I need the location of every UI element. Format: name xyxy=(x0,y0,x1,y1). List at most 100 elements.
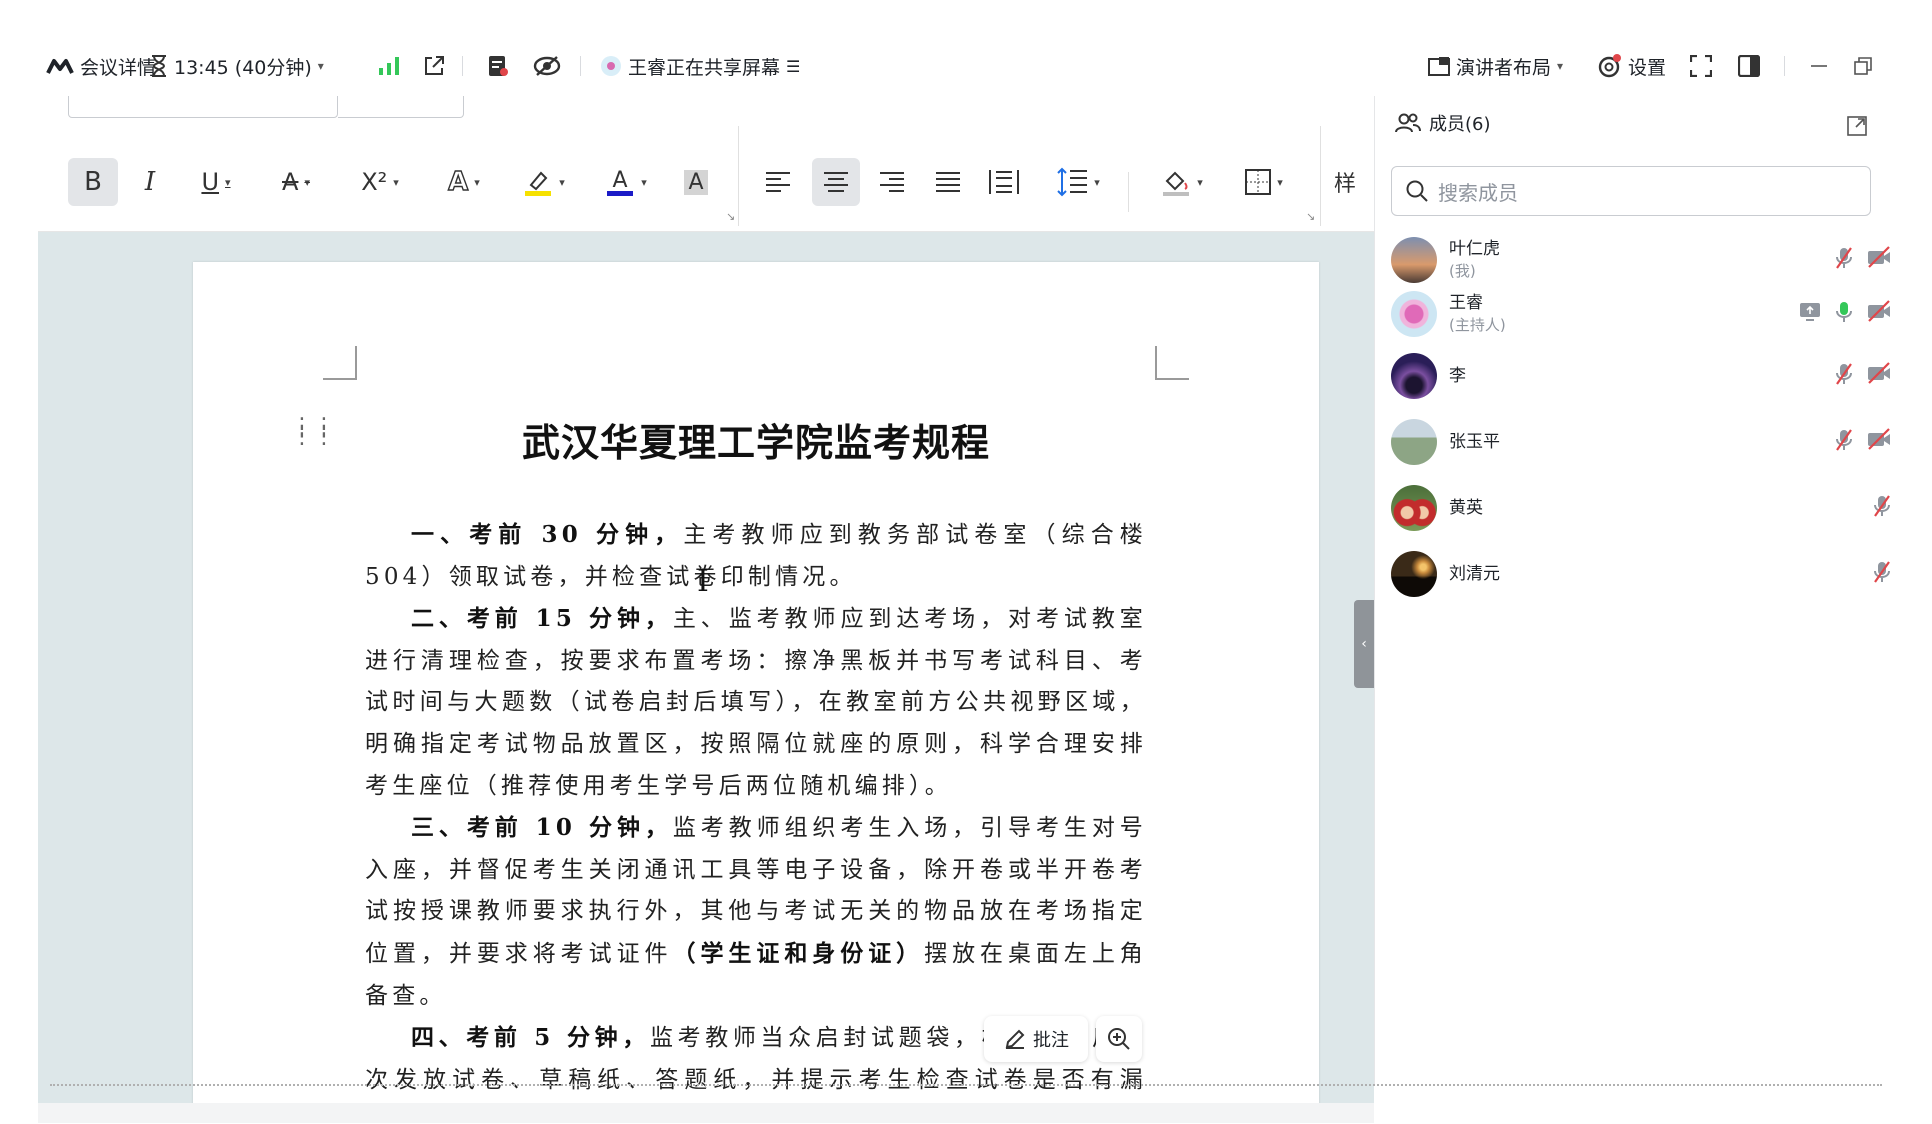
members-header: 成员(6) xyxy=(1395,110,1491,136)
meeting-topbar: 会议详情 13:45 (40分钟) ▾ 王睿正在共享屏幕 ☰ 演讲者布局 ▾ 设… xyxy=(38,36,1900,96)
align-center-icon xyxy=(824,172,848,192)
strikethrough-button[interactable]: A ▾ xyxy=(266,158,326,206)
hourglass-icon xyxy=(152,55,166,77)
members-title: 成员(6) xyxy=(1429,114,1491,135)
underline-icon: U xyxy=(201,168,220,196)
styles-button[interactable]: 样 xyxy=(1330,158,1360,206)
member-name: 王睿 xyxy=(1449,293,1483,313)
camera-off-icon[interactable] xyxy=(1867,246,1891,268)
line-spacing-button[interactable]: ▾ xyxy=(1046,158,1110,206)
meeting-details-button[interactable]: 会议详情 xyxy=(46,50,156,82)
member-name: 李 xyxy=(1449,366,1466,386)
superscript-button[interactable]: X² ▾ xyxy=(348,158,412,206)
avatar xyxy=(1391,237,1437,283)
network-signal-icon[interactable] xyxy=(378,50,400,82)
pencil-icon xyxy=(1005,1029,1025,1049)
avatar xyxy=(1391,353,1437,399)
member-row[interactable]: 张玉平 xyxy=(1391,412,1901,472)
bold-button[interactable]: B xyxy=(68,158,118,206)
meeting-timer[interactable]: 13:45 (40分钟) ▾ xyxy=(150,50,324,82)
member-row[interactable]: 黄英 xyxy=(1391,478,1901,538)
member-role: (主持人) xyxy=(1449,316,1506,334)
page-corner-mark xyxy=(1155,346,1189,380)
shared-screen-bottom-strip xyxy=(38,1103,1374,1123)
avatar xyxy=(1391,551,1437,597)
paragraph-dialog-launcher-icon[interactable]: ↘ xyxy=(1306,210,1315,223)
font-size-select[interactable] xyxy=(338,96,464,118)
align-left-button[interactable] xyxy=(758,158,798,206)
borders-button[interactable]: ▾ xyxy=(1232,158,1296,206)
paragraph-lead: 四、考前 5 分钟， xyxy=(411,1024,650,1052)
record-notes-icon[interactable] xyxy=(486,50,510,82)
member-row[interactable]: 王睿 (主持人) xyxy=(1391,284,1901,344)
font-color-button[interactable]: A ▾ xyxy=(594,158,658,206)
highlight-button[interactable]: ▾ xyxy=(512,158,576,206)
screen-share-status[interactable]: 王睿正在共享屏幕 ☰ xyxy=(600,50,800,82)
document-page: ⋮⋮ ⋮⋮ 武汉华夏理工学院监考规程 一、考前 30 分钟，主考教师应到教务部试卷… xyxy=(193,262,1319,1103)
member-name: 张玉平 xyxy=(1449,432,1500,452)
share-link-icon[interactable] xyxy=(422,50,446,82)
justify-button[interactable] xyxy=(928,158,968,206)
text-effect-button[interactable]: A ▾ xyxy=(434,158,494,206)
member-row[interactable]: 叶仁虎 (我) xyxy=(1391,230,1901,290)
divider xyxy=(738,126,739,226)
toggle-panel-icon[interactable] xyxy=(1738,50,1760,82)
chevron-down-icon: ▾ xyxy=(1557,59,1564,73)
justify-icon xyxy=(936,172,960,192)
mic-muted-icon[interactable] xyxy=(1835,428,1853,452)
strikethrough-icon: A xyxy=(282,168,299,196)
highlighter-icon xyxy=(525,171,552,196)
annotate-label: 批注 xyxy=(1033,1030,1069,1051)
chevron-left-icon: ‹ xyxy=(1361,636,1367,652)
minimize-icon[interactable] xyxy=(1810,50,1828,82)
camera-off-icon[interactable] xyxy=(1867,428,1891,450)
fullscreen-icon[interactable] xyxy=(1690,50,1712,82)
shading-button[interactable]: ▾ xyxy=(1150,158,1214,206)
settings-button[interactable]: 设置 xyxy=(1596,50,1666,82)
member-search-input[interactable]: 搜索成员 xyxy=(1391,166,1871,216)
mic-muted-icon[interactable] xyxy=(1835,362,1853,386)
presenter-avatar-icon xyxy=(601,56,621,76)
char-shading-button[interactable]: A xyxy=(676,158,716,206)
members-icon xyxy=(1395,113,1421,133)
ribbon-row-clipped xyxy=(68,96,1368,126)
annotate-button[interactable]: 批注 xyxy=(984,1016,1088,1062)
svg-text:A: A xyxy=(613,168,628,193)
layout-button[interactable]: 演讲者布局 ▾ xyxy=(1428,50,1563,82)
camera-off-icon[interactable] xyxy=(1867,362,1891,384)
mic-muted-icon[interactable] xyxy=(1873,560,1891,584)
meeting-details-label: 会议详情 xyxy=(80,56,157,79)
superscript-icon: X² xyxy=(361,168,388,196)
member-row[interactable]: 李 xyxy=(1391,346,1901,406)
paragraph-emphasis: （学生证和身份证） xyxy=(672,939,925,967)
font-dialog-launcher-icon[interactable]: ↘ xyxy=(726,210,735,223)
paragraph-lead: 三、考前 10 分钟， xyxy=(411,814,673,842)
hide-self-view-icon[interactable] xyxy=(532,50,562,82)
mic-muted-icon[interactable] xyxy=(1835,246,1853,270)
mic-muted-icon[interactable] xyxy=(1873,494,1891,518)
collapse-panel-button[interactable]: ‹ xyxy=(1354,600,1374,688)
popout-panel-icon[interactable] xyxy=(1847,116,1867,140)
camera-off-icon[interactable] xyxy=(1867,300,1891,322)
restore-window-icon[interactable] xyxy=(1854,50,1872,82)
align-left-icon xyxy=(766,172,790,192)
mic-active-icon[interactable] xyxy=(1835,300,1853,324)
align-right-button[interactable] xyxy=(872,158,912,206)
align-center-button[interactable] xyxy=(812,158,860,206)
distributed-align-icon xyxy=(989,170,1019,194)
layout-label: 演讲者布局 xyxy=(1456,56,1552,79)
font-family-select[interactable] xyxy=(68,96,338,118)
divider xyxy=(1784,56,1785,76)
tencent-meeting-logo-icon xyxy=(46,59,74,74)
search-placeholder: 搜索成员 xyxy=(1438,180,1518,205)
italic-button[interactable]: I xyxy=(130,158,170,206)
sharing-status-text: 王睿正在共享屏幕 xyxy=(628,56,781,79)
member-row[interactable]: 刘清元 xyxy=(1391,544,1901,604)
distributed-align-button[interactable] xyxy=(982,158,1026,206)
underline-button[interactable]: U ▾ xyxy=(186,158,246,206)
char-shading-icon: A xyxy=(684,169,708,195)
chevron-down-icon: ▾ xyxy=(317,59,324,73)
zoom-in-button[interactable] xyxy=(1096,1016,1142,1062)
member-name: 黄英 xyxy=(1449,498,1483,518)
align-right-icon xyxy=(880,172,904,192)
